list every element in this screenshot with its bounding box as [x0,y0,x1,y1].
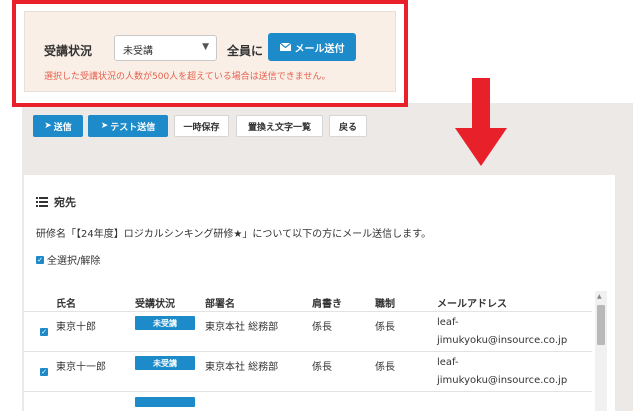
send-mail-label: メール送付 [294,43,345,55]
chevron-down-icon: ▼ [202,42,209,52]
status-badge: 未受講 [135,356,195,370]
paper-plane-icon: ➤ [44,121,52,131]
envelope-icon [279,43,291,51]
status-badge [135,397,195,407]
row-name: 東京十郎 [56,322,96,333]
row-position: 係長 [375,322,395,333]
header-divider [24,311,592,312]
select-all-checkbox[interactable]: ✓ [36,255,44,264]
row-email-line2: jimukyoku@insource.co.jp [437,375,568,386]
test-send-label: テスト送信 [110,122,156,133]
arrow-down-icon [455,78,507,166]
row-checkbox[interactable]: ✓ [40,368,48,376]
row-title: 係長 [312,322,332,333]
row-divider [24,351,592,352]
send-button[interactable]: ➤ 送信 [33,115,83,137]
recipients-title-text: 宛先 [54,196,76,209]
recipients-description: 研修名「【24年度】ロジカルシンキング研修★」について以下の方にメール送信します… [36,229,432,240]
status-select-value: 未受講 [123,46,153,57]
highlight-frame: 受講状況 未受講 ▼ 全員に メール送付 選択した受講状況の人数が500人を超え… [12,0,408,107]
row-name: 東京十一郎 [56,362,106,373]
status-filter-label: 受講状況 [44,44,93,58]
row-dept: 東京本社 総務部 [205,362,279,373]
temp-save-button[interactable]: 一時保存 [174,115,229,137]
column-header-name: 氏名 [56,299,76,310]
bulk-mail-panel: 受講状況 未受講 ▼ 全員に メール送付 選択した受講状況の人数が500人を超え… [24,11,396,92]
limit-warning: 選択した受講状況の人数が500人を超えている場合は送信できません。 [44,72,331,82]
row-email-line2: jimukyoku@insource.co.jp [437,335,568,346]
recipients-card: 宛先 研修名「【24年度】ロジカルシンキング研修★」について以下の方にメール送信… [24,175,615,411]
paper-plane-icon: ➤ [100,121,109,131]
scroll-up-icon[interactable]: ▲ [597,293,602,300]
status-select[interactable]: 未受講 ▼ [114,35,217,61]
row-email-line1: leaf- [437,357,459,368]
row-email: leaf- jimukyoku@insource.co.jp [437,354,597,390]
send-mail-button[interactable]: メール送付 [268,33,356,61]
select-all-label: 全選択/解除 [47,256,101,267]
column-header-position: 職制 [375,299,395,310]
row-dept: 東京本社 総務部 [205,322,279,333]
scroll-thumb[interactable] [597,305,605,345]
row-divider [24,391,592,392]
table-scrollbar[interactable]: ▲ [595,291,607,411]
column-header-email: メールアドレス [437,299,507,310]
row-position: 係長 [375,362,395,373]
replace-list-button[interactable]: 置換え文字一覧 [236,115,323,137]
send-label: 送信 [53,122,72,133]
column-header-dept: 部署名 [205,299,235,310]
test-send-button[interactable]: ➤ テスト送信 [88,115,168,137]
row-checkbox[interactable]: ✓ [40,328,48,336]
row-email: leaf- jimukyoku@insource.co.jp [437,314,597,350]
row-title: 係長 [312,362,332,373]
list-icon [36,197,48,207]
column-header-status: 受講状況 [135,299,175,310]
column-header-title: 肩書き [312,299,342,310]
status-badge: 未受講 [135,316,195,330]
back-button[interactable]: 戻る [329,115,367,137]
recipients-title: 宛先 [36,194,76,210]
row-email-line1: leaf- [437,317,459,328]
all-recipients-label: 全員に [227,44,264,58]
select-all-toggle[interactable]: ✓ 全選択/解除 [36,252,100,267]
